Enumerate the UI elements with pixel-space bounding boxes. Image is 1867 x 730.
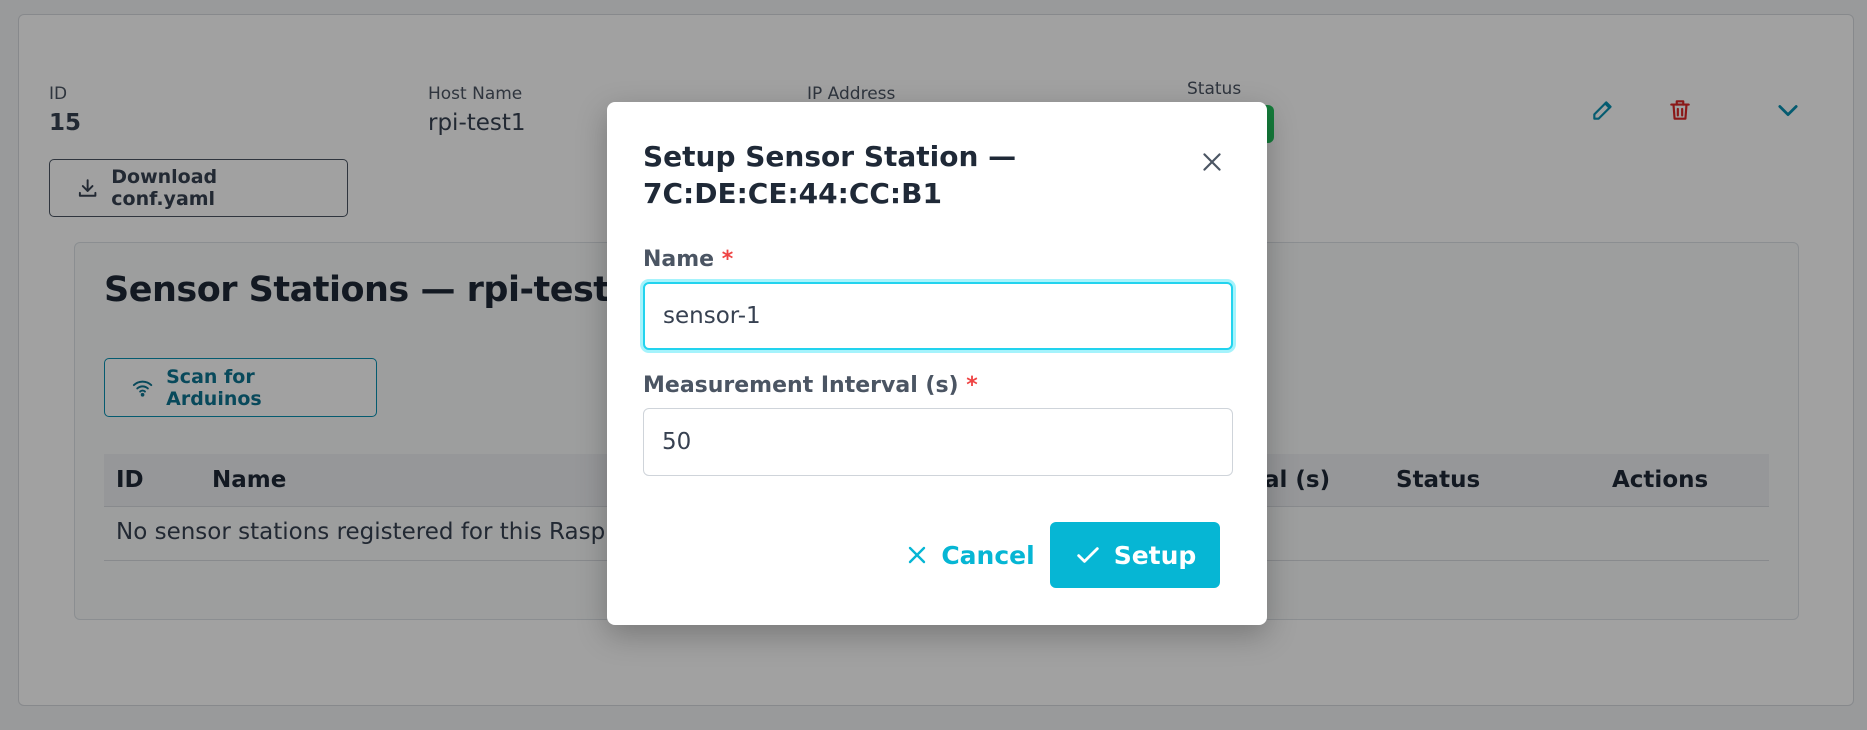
close-icon — [1203, 153, 1221, 171]
setup-button[interactable]: Setup — [1050, 522, 1220, 588]
check-icon — [1076, 547, 1099, 563]
dialog-title-line1: Setup Sensor Station — — [643, 140, 1017, 173]
interval-label-text: Measurement Interval (s) — [643, 373, 959, 398]
dialog-title-mac: 7C:DE:CE:44:CC:B1 — [643, 177, 942, 210]
setup-label: Setup — [1113, 540, 1197, 570]
name-label-text: Name — [643, 247, 715, 272]
name-input[interactable] — [643, 282, 1233, 350]
name-field-label: Name * — [643, 247, 733, 272]
x-icon — [909, 546, 926, 564]
interval-field-label: Measurement Interval (s) * — [643, 373, 978, 398]
close-dialog-button[interactable] — [1192, 142, 1232, 182]
interval-input[interactable] — [643, 408, 1233, 476]
setup-sensor-dialog: Setup Sensor Station — 7C:DE:CE:44:CC:B1… — [607, 102, 1267, 625]
cancel-label: Cancel — [941, 540, 1035, 570]
dialog-title: Setup Sensor Station — 7C:DE:CE:44:CC:B1 — [643, 138, 1163, 212]
cancel-button[interactable]: Cancel — [875, 522, 1065, 588]
required-marker: * — [966, 373, 978, 398]
required-marker: * — [721, 247, 734, 272]
